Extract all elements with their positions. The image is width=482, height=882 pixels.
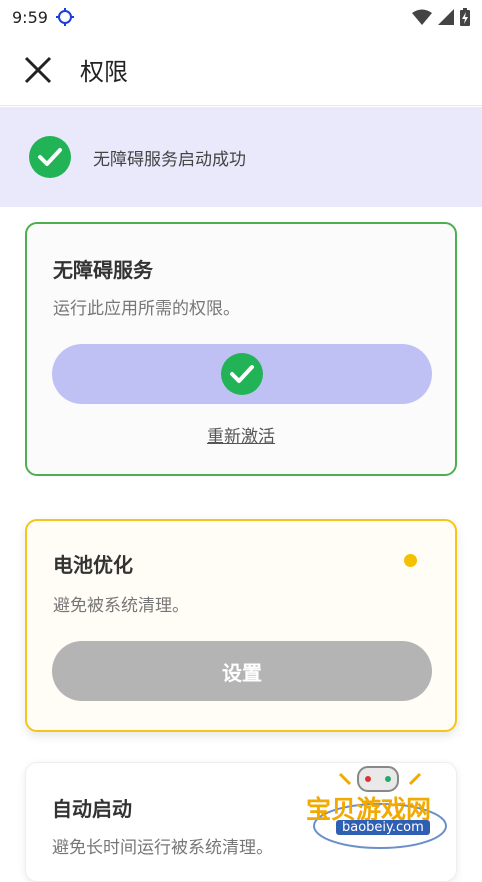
settings-button[interactable]: 设置 <box>52 641 432 701</box>
app-bar: 权限 <box>0 34 482 106</box>
permission-card-accessibility: 无障碍服务 运行此应用所需的权限。 重新激活 <box>25 222 457 476</box>
card-description: 避免长时间运行被系统清理。 <box>52 838 273 858</box>
page-title: 权限 <box>80 58 128 86</box>
check-circle-icon <box>221 353 263 395</box>
watermark-logo: 宝贝游戏网 baobeiy.com <box>300 762 460 857</box>
battery-charging-icon <box>460 8 470 26</box>
status-time: 9:59 <box>12 7 48 27</box>
close-icon <box>24 56 52 83</box>
card-title: 电池优化 <box>53 553 133 577</box>
location-target-icon <box>55 8 74 26</box>
card-description: 避免被系统清理。 <box>53 596 189 616</box>
close-button[interactable] <box>10 42 66 98</box>
status-left: 9:59 <box>12 8 74 27</box>
card-title: 无障碍服务 <box>53 258 153 282</box>
permission-card-battery: 电池优化 避免被系统清理。 设置 <box>25 519 457 732</box>
accessibility-enabled-button[interactable] <box>52 344 432 404</box>
status-right <box>412 8 470 26</box>
reactivate-link[interactable]: 重新激活 <box>27 422 455 447</box>
wifi-icon <box>412 9 432 25</box>
success-banner: 无障碍服务启动成功 <box>0 107 482 207</box>
check-circle-icon <box>29 136 71 178</box>
status-bar: 9:59 <box>0 0 482 34</box>
banner-text: 无障碍服务启动成功 <box>93 149 246 170</box>
card-description: 运行此应用所需的权限。 <box>53 299 240 319</box>
signal-icon <box>438 9 454 25</box>
watermark-url: baobeiy.com <box>336 820 430 835</box>
pending-status-dot <box>404 554 417 567</box>
card-title: 自动启动 <box>52 797 132 821</box>
